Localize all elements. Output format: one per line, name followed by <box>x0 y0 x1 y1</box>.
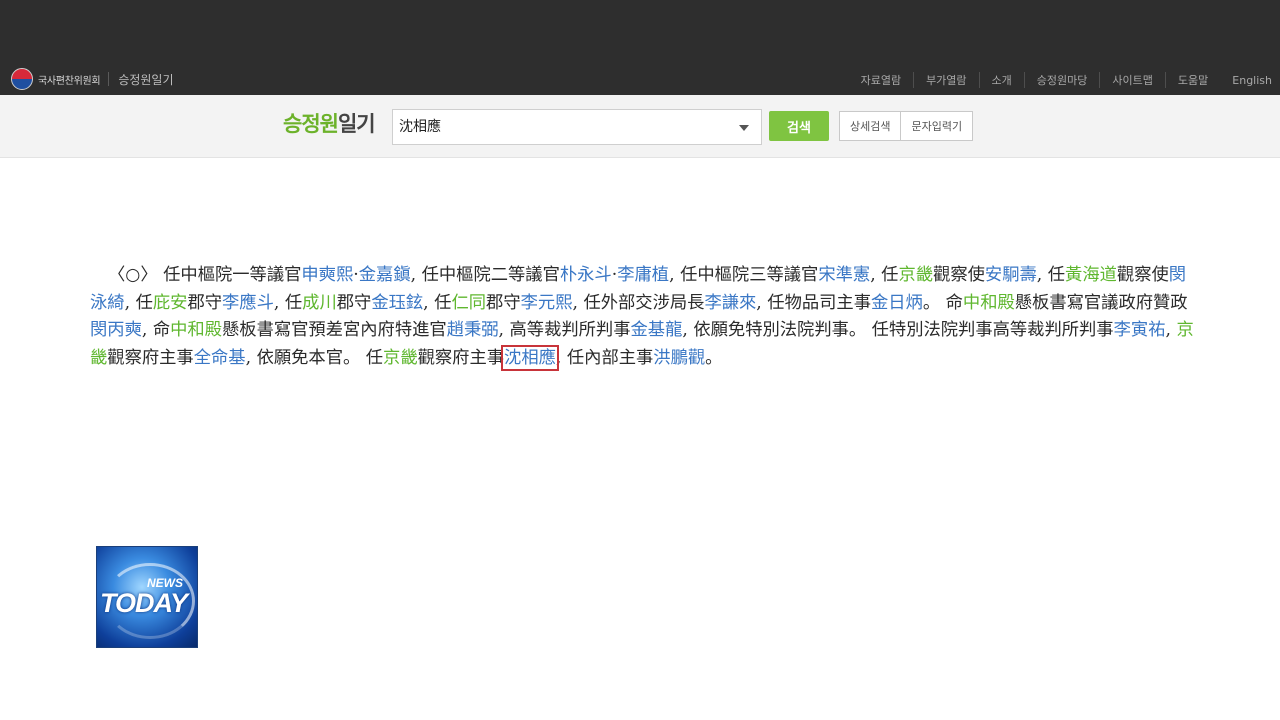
text-segment: 觀察府主事 <box>417 347 505 368</box>
text-segment: , 任 <box>870 265 899 285</box>
search-site-title[interactable]: 승정원일기 <box>283 108 376 138</box>
place-name-link[interactable]: 京畿 <box>898 265 933 285</box>
nav-item-help[interactable]: 도움말 <box>1164 72 1220 88</box>
text-segment: , 依願免特別法院判事。 任特別法院判事高等裁判所判事 <box>682 320 1114 340</box>
text-segment: , 任外部交涉局長 <box>572 292 705 313</box>
org-name: 국사편찬위원회 <box>38 75 101 87</box>
place-name-link[interactable]: 成川 <box>302 293 337 313</box>
text-segment: , 任 <box>124 292 153 313</box>
text-segment: , 任 <box>423 292 452 313</box>
search-options: 상세검색 문자입력기 <box>839 111 974 141</box>
advanced-search-button[interactable]: 상세검색 <box>840 112 900 140</box>
person-name-link[interactable]: 宋準憲 <box>818 265 870 285</box>
person-name-link[interactable]: 金基龍 <box>631 320 683 340</box>
search-box <box>392 109 762 145</box>
text-segment: , 任中樞院三等議官 <box>669 265 819 285</box>
person-name-link[interactable]: 洪鵬觀 <box>653 348 705 368</box>
place-name-link[interactable]: 仁同 <box>451 293 486 313</box>
text-segment: , 任物品司主事 <box>756 292 871 313</box>
news-today-logo: NEWS TODAY <box>96 546 198 648</box>
person-name-link[interactable]: 閔丙奭 <box>90 320 142 340</box>
person-name-link[interactable]: 金珏鉉 <box>371 293 423 313</box>
character-input-button[interactable]: 문자입력기 <box>900 112 972 140</box>
title-accent: 승정원 <box>283 112 339 136</box>
global-nav: 자료열람 부가열람 소개 승정원마당 사이트맵 도움말 English <box>849 72 1280 88</box>
person-name-link[interactable]: 朴永斗 <box>560 265 612 285</box>
text-segment: 懸板書寫官議政府贊政 <box>1014 292 1188 313</box>
place-name-link[interactable]: 黃海道 <box>1065 265 1117 285</box>
person-name-link[interactable]: 全命基 <box>194 348 246 368</box>
text-segment: , 高等裁判所判事 <box>498 320 631 340</box>
person-name-link[interactable]: 李寅祐 <box>1114 320 1166 340</box>
text-segment: , 依願免本官。 任 <box>245 347 384 368</box>
text-segment: 〈○〉 任中樞院一等議官 <box>108 265 302 285</box>
place-name-link[interactable]: 庇安 <box>153 293 188 313</box>
emblem-icon <box>11 68 33 90</box>
person-name-link[interactable]: 李庸植 <box>617 265 669 285</box>
nav-item-extra-browse[interactable]: 부가열람 <box>913 72 978 88</box>
text-segment: 。 <box>705 347 723 368</box>
text-segment: 郡守 <box>486 292 521 313</box>
place-name-link[interactable]: 京畿 <box>383 348 418 368</box>
place-name-link[interactable]: 中和殿 <box>170 320 222 340</box>
text-segment: , 命 <box>141 320 171 340</box>
text-segment: 懸板書寫官預差宮內府特進官 <box>222 320 447 340</box>
text-segment: 觀察使 <box>1116 265 1169 285</box>
search-input[interactable] <box>399 118 729 134</box>
divider <box>108 72 110 86</box>
person-name-link[interactable]: 趙秉弼 <box>447 320 499 340</box>
news-logo-big-text: TODAY <box>100 588 188 618</box>
nav-item-english[interactable]: English <box>1220 74 1280 87</box>
title-rest: 일기 <box>337 112 376 136</box>
person-name-link[interactable]: 金日炳 <box>871 293 923 313</box>
text-segment: , 任 <box>1036 265 1066 285</box>
nav-item-about[interactable]: 소개 <box>978 72 1024 88</box>
person-name-link[interactable]: 金嘉鎭 <box>359 265 411 285</box>
site-name[interactable]: 승정원일기 <box>118 71 173 88</box>
nav-item-sitemap[interactable]: 사이트맵 <box>1099 72 1164 88</box>
text-segment: 觀察使 <box>933 265 985 285</box>
nav-item-community[interactable]: 승정원마당 <box>1023 72 1100 88</box>
chevron-down-icon[interactable] <box>739 125 749 131</box>
nav-item-browse[interactable]: 자료열람 <box>849 72 913 88</box>
person-name-link[interactable]: 申奭熙 <box>301 265 353 285</box>
text-segment: , 任 <box>273 292 303 313</box>
top-navigation-bar: 국사편찬위원회 승정원일기 자료열람 부가열람 소개 승정원마당 사이트맵 도움… <box>0 0 1280 95</box>
text-segment: , 任內部主事 <box>555 347 654 368</box>
text-segment: 。 命 <box>922 292 963 313</box>
text-segment: , 任中樞院二等議官 <box>410 265 560 285</box>
site-logo[interactable]: 국사편찬위원회 승정원일기 <box>11 68 174 90</box>
text-segment: 郡守 <box>187 292 223 313</box>
person-name-link[interactable]: 李元熙 <box>521 293 573 313</box>
person-name-link[interactable]: 李應斗 <box>222 293 274 313</box>
text-segment: , <box>1165 320 1177 340</box>
person-name-link[interactable]: 安駉壽 <box>985 265 1037 285</box>
search-bar: 승정원일기 검색 상세검색 문자입력기 <box>0 95 1280 158</box>
text-segment: 觀察府主事 <box>107 347 194 368</box>
place-name-link[interactable]: 中和殿 <box>963 293 1015 313</box>
person-name-link[interactable]: 李謙來 <box>704 293 756 313</box>
document-text: 〈○〉 任中樞院一等議官申奭熙·金嘉鎭, 任中樞院二等議官朴永斗·李庸植, 任中… <box>90 262 1200 372</box>
search-button[interactable]: 검색 <box>769 111 829 141</box>
highlighted-search-term[interactable]: 沈相應 <box>501 344 559 371</box>
text-segment: 郡守 <box>336 292 372 313</box>
